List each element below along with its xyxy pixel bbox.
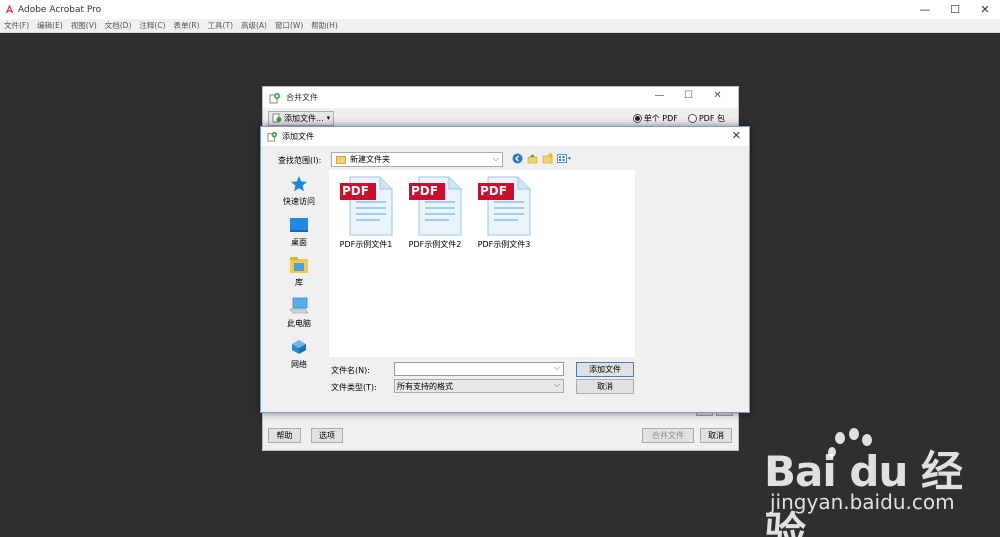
add-dialog-titlebar: 添加文件 ✕ [261,127,749,146]
desktop-icon [289,216,309,234]
radio-pdf-package[interactable]: PDF 包 [687,113,725,124]
options-button[interactable]: 选项 [311,428,343,443]
file-name: PDF示例文件2 [408,240,462,249]
file-list-pane[interactable]: PDF PDF示例文件1 PDF PDF示例文件2 PDF PDF示例文件3 [329,170,635,357]
menu-comments[interactable]: 注释(C) [139,20,165,31]
window-controls: — ☐ ✕ [910,0,1000,19]
merge-dialog-titlebar: 合并文件 — ☐ ✕ [263,87,738,108]
file-item[interactable]: PDF PDF示例文件2 [401,175,469,250]
folder-icon [336,155,346,164]
place-desktop[interactable]: 桌面 [269,216,329,248]
add-file-confirm-button[interactable]: 添加文件 [576,362,634,377]
merge-files-icon [269,92,281,104]
add-files-dialog-icon [267,131,278,142]
place-label: 此电脑 [287,319,311,328]
chevron-down-icon[interactable]: ⌵ [554,363,560,373]
add-files-label: 添加文件... [284,113,324,123]
view-menu-icon[interactable] [557,153,573,164]
radio-pdf-package-label: PDF 包 [698,114,725,123]
radio-single-pdf[interactable]: 单个 PDF [632,113,678,124]
look-in-label: 查找范围(I): [278,156,322,165]
add-dialog-close-button[interactable]: ✕ [732,129,741,142]
radio-dot [687,114,697,123]
menubar: 文件(F) 编辑(E) 视图(V) 文档(D) 注释(C) 表单(R) 工具(T… [0,19,1000,33]
pdf-badge-label: PDF [411,184,438,198]
add-files-dialog: 添加文件 ✕ 查找范围(I): 新建文件夹 ⌵ 快速访问 桌面 库 此电脑 网络… [260,126,750,413]
radio-single-pdf-label: 单个 PDF [643,114,678,123]
folder-nav-toolbar [512,153,577,164]
menu-window[interactable]: 窗口(W) [275,20,303,31]
app-title: Adobe Acrobat Pro [18,4,102,15]
file-item[interactable]: PDF PDF示例文件3 [470,175,538,250]
place-label: 桌面 [291,238,307,247]
watermark-brand: Bai du 经验 [764,447,963,537]
pdf-file-icon: PDF [338,175,394,237]
file-type-select[interactable]: 所有支持的格式 ⌵ [394,379,564,393]
file-name-label: 文件名(N): [331,366,370,375]
chevron-down-icon: ⌵ [553,380,560,389]
back-icon[interactable] [512,153,523,164]
look-in-dropdown[interactable]: 新建文件夹 ⌵ [331,152,503,167]
star-icon [289,175,309,193]
file-name: PDF示例文件1 [339,240,393,249]
place-this-pc[interactable]: 此电脑 [269,297,329,329]
add-dialog-title: 添加文件 [282,132,314,141]
menu-help[interactable]: 帮助(H) [311,20,338,31]
place-library[interactable]: 库 [269,256,329,288]
file-name-input[interactable]: ⌵ [394,362,564,376]
menu-tools[interactable]: 工具(T) [208,20,233,31]
add-files-menu-button[interactable]: 添加文件... ▾ [268,110,335,126]
menu-file[interactable]: 文件(F) [4,20,29,31]
merge-close-button[interactable]: ✕ [703,90,732,101]
merge-dialog-title: 合并文件 [286,93,318,102]
new-folder-icon[interactable] [542,153,553,164]
file-type-value: 所有支持的格式 [397,381,453,391]
file-item[interactable]: PDF PDF示例文件1 [332,175,400,250]
place-quick-access[interactable]: 快速访问 [269,175,329,207]
merge-toolbar: 添加文件... ▾ 单个 PDF PDF 包 [263,108,738,128]
acrobat-logo-icon [4,5,14,15]
merge-files-button[interactable]: 合并文件 [642,428,694,443]
pdf-file-icon: PDF [407,175,463,237]
merge-maximize-button[interactable]: ☐ [674,90,703,101]
menu-forms[interactable]: 表单(R) [173,20,199,31]
add-dialog-cancel-button[interactable]: 取消 [576,379,634,394]
menu-document[interactable]: 文档(D) [105,20,132,31]
menu-view[interactable]: 视图(V) [71,20,97,31]
add-file-icon [272,113,282,123]
merge-dialog-footer: 帮助 选项 合并文件 取消 [263,428,738,446]
look-in-value: 新建文件夹 [350,155,390,164]
network-icon [289,338,309,356]
place-label: 库 [295,278,303,287]
place-network[interactable]: 网络 [269,338,329,370]
merge-window-controls: — ☐ ✕ [645,90,732,101]
radio-dot-selected [632,114,642,123]
place-label: 快速访问 [283,197,315,206]
app-titlebar: Adobe Acrobat Pro — ☐ ✕ [0,0,1000,19]
pdf-badge-label: PDF [342,184,369,198]
maximize-button[interactable]: ☐ [940,0,970,19]
menu-edit[interactable]: 编辑(E) [37,20,63,31]
pdf-file-icon: PDF [476,175,532,237]
chevron-down-icon: ▾ [326,114,331,122]
place-label: 网络 [291,360,307,369]
library-icon [289,256,309,274]
merge-cancel-button[interactable]: 取消 [700,428,732,443]
help-button[interactable]: 帮助 [268,428,301,443]
places-bar: 快速访问 桌面 库 此电脑 网络 [269,170,329,406]
up-folder-icon[interactable] [527,153,538,164]
file-name: PDF示例文件3 [477,240,531,249]
baidu-jingyan-watermark: Bai du 经验 jingyan.baidu.com [762,428,992,537]
output-type-radio-group: 单个 PDF PDF 包 [623,113,725,124]
watermark-url: jingyan.baidu.com [770,490,955,514]
menu-advanced[interactable]: 高级(A) [241,20,267,31]
computer-icon [289,297,309,315]
pdf-badge-label: PDF [480,184,507,198]
file-type-label: 文件类型(T): [331,383,377,392]
close-button[interactable]: ✕ [970,0,1000,19]
chevron-down-icon: ⌵ [492,154,499,163]
merge-minimize-button[interactable]: — [645,90,674,101]
minimize-button[interactable]: — [910,0,940,19]
